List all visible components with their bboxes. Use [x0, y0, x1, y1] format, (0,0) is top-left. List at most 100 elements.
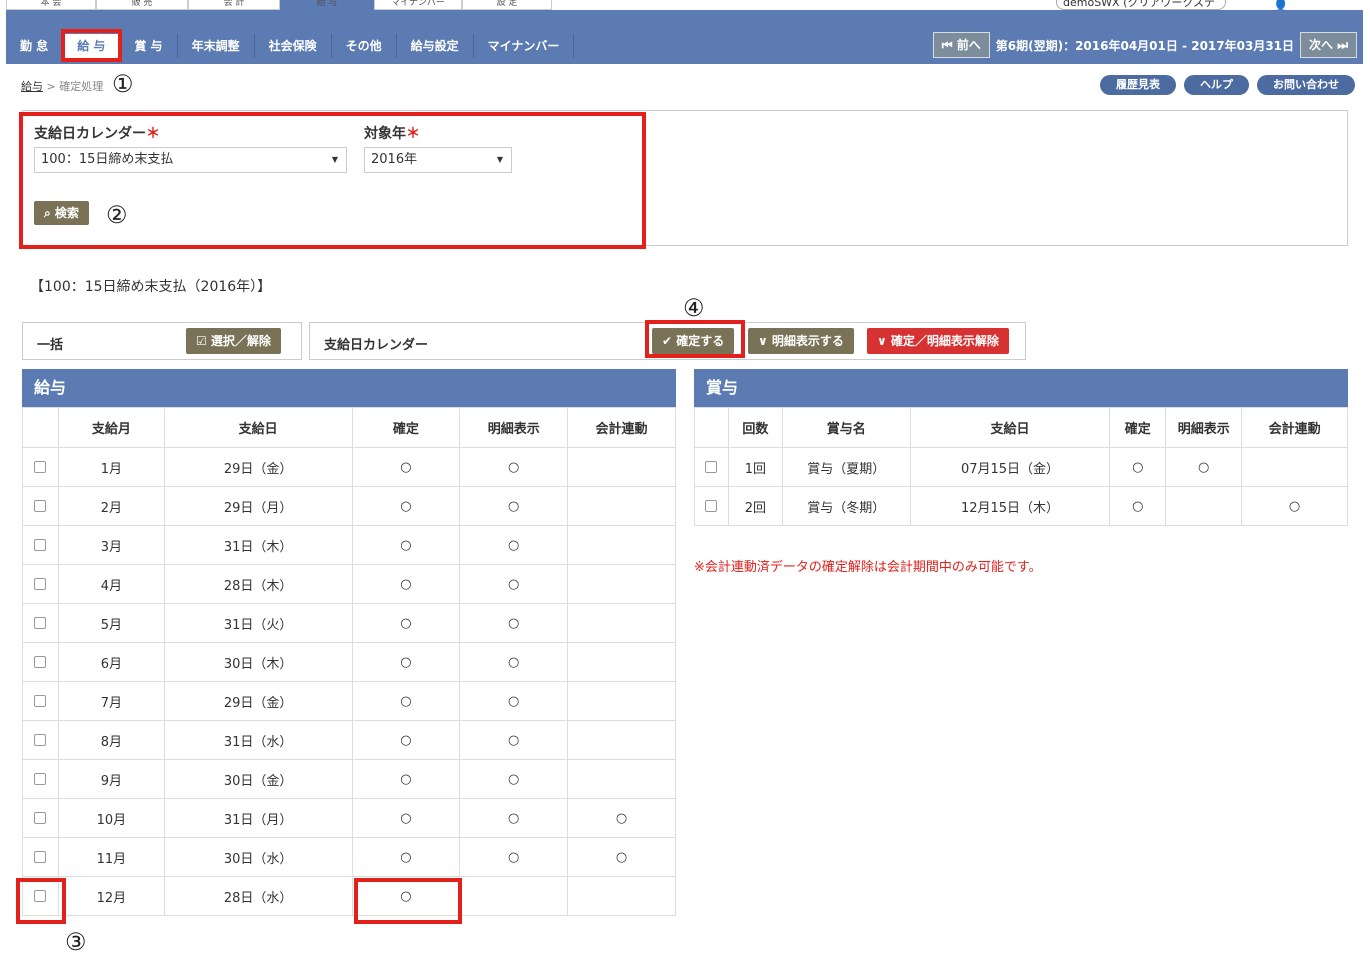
user-area: demoSWX (クリアワークステ 環境) 👤ログアウト — [1056, 0, 1356, 10]
bulk-label: 一括 — [37, 338, 64, 353]
prev-period-button[interactable]: ⏮ 前へ — [932, 32, 990, 58]
linked-cell — [567, 759, 676, 799]
pay-month: 11月 — [57, 837, 165, 877]
row-checkbox[interactable] — [34, 890, 47, 902]
confirmed-cell: ○ — [1109, 447, 1167, 487]
select-toggle-button[interactable]: ☑ 選択／解除 — [186, 328, 281, 354]
table-row: 12月 28日（水） ○ — [22, 876, 676, 916]
annotation-2: ② — [106, 201, 128, 229]
row-checkbox[interactable] — [34, 773, 47, 785]
pay-date: 07月15日（金） — [909, 447, 1111, 487]
top-tab-3[interactable]: 会 計 — [188, 0, 280, 10]
row-checkbox[interactable] — [34, 812, 47, 824]
note-text: ※会計連動済データの確定解除は会計期間中のみ可能です。 — [694, 560, 1042, 575]
show-detail-button[interactable]: ∨ 明細表示する — [748, 328, 854, 354]
linked-cell — [567, 681, 676, 721]
nav-item-year-end[interactable]: 年末調整 — [178, 34, 255, 58]
history-link-button[interactable]: 履歴見表 — [1100, 75, 1176, 95]
cancel-confirm-button[interactable]: ∨ 確定／明細表示解除 — [867, 328, 1009, 354]
row-checkbox[interactable] — [34, 539, 47, 551]
detail-cell: ○ — [459, 642, 569, 682]
pay-date: 29日（金） — [163, 447, 353, 487]
help-button[interactable]: ヘルプ — [1184, 75, 1249, 95]
table-row: 10月 31日（月） ○ ○ ○ — [22, 798, 676, 838]
table-row: 3月 31日（木） ○ ○ — [22, 525, 676, 565]
nav-item-salary[interactable]: 給 与 — [63, 34, 121, 58]
user-name: demoSWX (クリアワークステ 環境) — [1056, 0, 1226, 10]
calendar-label: 支給日カレンダー＊ — [34, 126, 160, 142]
row-checkbox[interactable] — [34, 695, 47, 707]
user-icon: 👤 — [1272, 0, 1289, 10]
pay-date: 30日（水） — [163, 837, 353, 877]
pay-month: 2月 — [57, 486, 165, 526]
top-tab-4[interactable]: 給 与 — [280, 0, 374, 10]
row-checkbox[interactable] — [34, 734, 47, 746]
calendar-select[interactable]: 100：15日締め末支払 ▼ — [34, 147, 347, 173]
row-checkbox[interactable] — [34, 656, 47, 668]
row-checkbox[interactable] — [34, 500, 47, 512]
column-header: 回数 — [727, 407, 783, 448]
confirmed-cell: ○ — [351, 681, 461, 721]
linked-cell — [567, 486, 676, 526]
table-row: 5月 31日（火） ○ ○ — [22, 603, 676, 643]
bonus-count: 2回 — [727, 486, 783, 526]
required-mark: ＊ — [146, 126, 160, 142]
table-row: 7月 29日（金） ○ ○ — [22, 681, 676, 721]
pay-date: 28日（木） — [163, 564, 353, 604]
breadcrumb: 給与 > 確定処理 — [21, 80, 104, 93]
period-text: 第6期(翌期)：2016年04月01日 - 2017年03月31日 — [995, 38, 1295, 53]
pay-month: 5月 — [57, 603, 165, 643]
top-tab-5[interactable]: マイナンバー — [374, 0, 462, 10]
table-row: 11月 30日（水） ○ ○ ○ — [22, 837, 676, 877]
contact-button[interactable]: お問い合わせ — [1257, 75, 1355, 95]
confirmed-cell: ○ — [351, 486, 461, 526]
nav-item-social-insurance[interactable]: 社会保険 — [255, 34, 332, 58]
next-period-button[interactable]: 次へ ⏭ — [1300, 32, 1357, 58]
top-tab-1[interactable]: 本 会 — [6, 0, 96, 10]
pay-date: 30日（金） — [163, 759, 353, 799]
row-checkbox[interactable] — [34, 617, 47, 629]
row-checkbox[interactable] — [705, 500, 718, 512]
top-tab-2[interactable]: 販 売 — [96, 0, 188, 10]
nav-item-attendance[interactable]: 勤 怠 — [6, 34, 64, 58]
detail-cell: ○ — [459, 837, 569, 877]
column-header: 明細表示 — [459, 407, 569, 448]
row-checkbox[interactable] — [34, 461, 47, 473]
row-checkbox[interactable] — [34, 578, 47, 590]
column-header: 賞与名 — [781, 407, 911, 448]
logout-link[interactable]: 👤ログアウト — [1273, 0, 1354, 10]
confirm-button[interactable]: ✔ 確定する — [652, 328, 735, 354]
nav-item-other[interactable]: その他 — [332, 34, 397, 58]
confirmed-cell: ○ — [351, 447, 461, 487]
column-header: 支給日 — [163, 407, 353, 448]
nav-item-bonus[interactable]: 賞 与 — [120, 34, 178, 58]
year-label: 対象年＊ — [364, 126, 420, 142]
row-checkbox[interactable] — [34, 851, 47, 863]
detail-cell: ○ — [459, 447, 569, 487]
calendar-action-bar: 支給日カレンダー ✔ 確定する ∨ 明細表示する ∨ 確定／明細表示解除 — [309, 322, 1026, 360]
required-mark: ＊ — [406, 126, 420, 142]
linked-cell — [567, 447, 676, 487]
bonus-table: 回数 賞与名 支給日 確定 明細表示 会計連動 1回 賞与（夏期） 07月15日（金… — [694, 407, 1348, 526]
linked-cell: ○ — [1241, 486, 1348, 526]
pay-date: 31日（水） — [163, 720, 353, 760]
year-select[interactable]: 2016年 ▼ — [364, 147, 512, 173]
column-header — [694, 407, 729, 448]
nav-item-salary-settings[interactable]: 給与設定 — [397, 34, 474, 58]
search-button[interactable]: ⌕ 検索 — [34, 201, 89, 225]
confirmed-cell: ○ — [351, 759, 461, 799]
row-checkbox[interactable] — [705, 461, 718, 473]
detail-cell: ○ — [459, 486, 569, 526]
column-header: 確定 — [351, 407, 461, 448]
confirmed-cell: ○ — [1109, 486, 1167, 526]
top-tab-strip: 本 会 販 売 会 計 給 与 マイナンバー 設 定 demoSWX (クリアワ… — [6, 0, 1363, 10]
linked-cell — [567, 525, 676, 565]
column-header: 明細表示 — [1165, 407, 1243, 448]
bonus-count: 1回 — [727, 447, 783, 487]
bonus-name: 賞与（夏期） — [781, 447, 911, 487]
pay-month: 4月 — [57, 564, 165, 604]
breadcrumb-root[interactable]: 給与 — [21, 80, 43, 93]
nav-item-mynumber[interactable]: マイナンバー — [474, 34, 575, 58]
top-tab-6[interactable]: 設 定 — [462, 0, 552, 10]
main-navbar: 勤 怠 給 与 賞 与 年末調整 社会保険 その他 給与設定 マイナンバー ⏮ … — [6, 10, 1363, 64]
